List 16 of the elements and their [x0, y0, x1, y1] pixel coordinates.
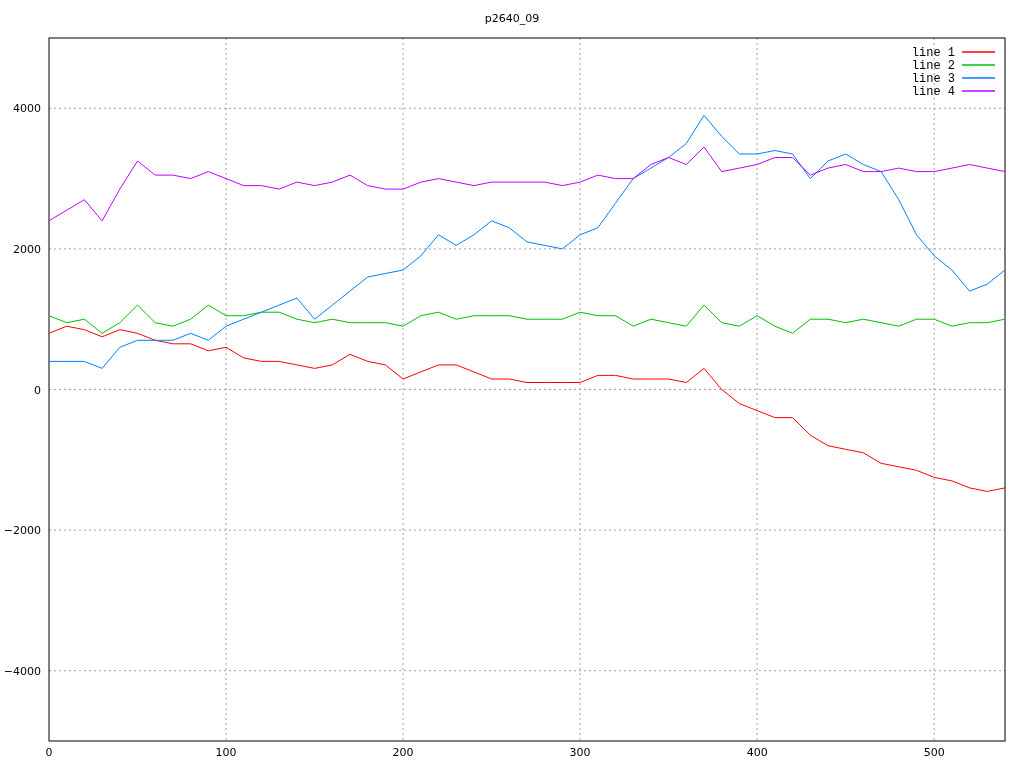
legend-label: line 1: [911, 46, 955, 60]
chart-title: p2640_09: [484, 12, 540, 25]
x-tick-label: 100: [215, 746, 237, 759]
x-tick-label: 500: [923, 746, 945, 759]
x-tick-label: 0: [45, 746, 53, 759]
y-tick-label: 4000: [13, 102, 41, 116]
legend-label: line 3: [911, 72, 955, 86]
y-tick-label: −4000: [3, 664, 41, 678]
x-tick-label: 300: [569, 746, 591, 759]
x-tick-label: 400: [746, 746, 768, 759]
y-tick-label: 2000: [13, 242, 41, 256]
x-tick-label: 200: [392, 746, 414, 759]
legend-label: line 4: [911, 85, 955, 99]
y-tick-label: 0: [34, 383, 41, 397]
legend-label: line 2: [911, 59, 955, 73]
y-tick-label: −2000: [3, 524, 41, 538]
